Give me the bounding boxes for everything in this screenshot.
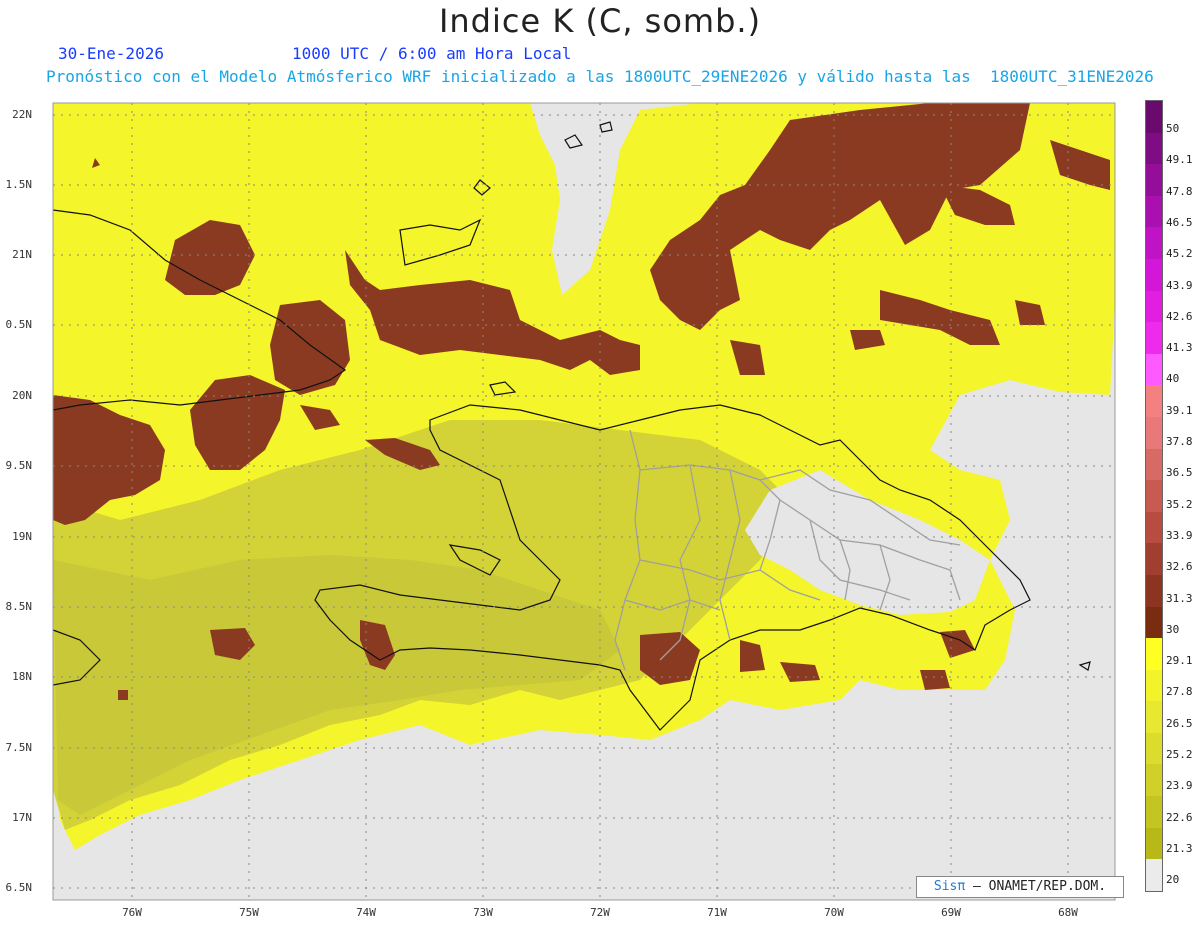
- colorbar-swatch: [1146, 606, 1162, 639]
- colorbar-label: 43.9: [1166, 278, 1193, 292]
- lat-label: 6.5N: [5, 881, 33, 894]
- colorbar-label: 20: [1166, 873, 1180, 887]
- colorbar-swatch: [1146, 638, 1162, 670]
- lon-label: 71W: [707, 906, 727, 919]
- colorbar-swatch: [1146, 796, 1162, 828]
- colorbar-label: 26.5: [1166, 716, 1193, 730]
- lon-label: 75W: [239, 906, 259, 919]
- colorbar-label: 25.2: [1166, 748, 1193, 761]
- colorbar-label: 46.5: [1166, 215, 1193, 229]
- colorbar-label: 31.3: [1166, 591, 1193, 605]
- lat-label: 1.5N: [5, 178, 33, 191]
- colorbar-swatch: [1146, 448, 1162, 481]
- colorbar-swatch: [1146, 827, 1162, 860]
- colorbar-label: 21.3: [1166, 841, 1193, 855]
- colorbar-swatch: [1146, 258, 1162, 291]
- lat-label: 21N: [12, 248, 32, 261]
- credit-text: – ONAMET/REP.DOM.: [973, 879, 1107, 894]
- lon-label: 68W: [1058, 906, 1078, 919]
- colorbar-label: 32.6: [1166, 560, 1193, 574]
- colorbar-label: 36.5: [1166, 466, 1193, 480]
- lon-label: 76W: [122, 906, 142, 919]
- lat-label: 20N: [12, 389, 32, 402]
- lat-label: 0.5N: [5, 318, 33, 331]
- colorbar-label: 50: [1166, 122, 1180, 135]
- colorbar-swatch: [1146, 164, 1162, 196]
- colorbar-label: 41.3: [1166, 341, 1193, 355]
- colorbar-label: 40: [1166, 372, 1180, 386]
- colorbar-label: 22.6: [1166, 810, 1193, 824]
- colorbar-swatch: [1146, 732, 1162, 765]
- lon-label: 73W: [473, 906, 493, 919]
- colorbar-swatch: [1146, 543, 1162, 575]
- colorbar-swatch: [1146, 322, 1162, 354]
- colorbar-label: 49.1: [1166, 153, 1193, 167]
- lon-label: 74W: [356, 906, 376, 919]
- colorbar-label: 23.9: [1166, 779, 1193, 793]
- colorbar-swatch: [1146, 195, 1162, 228]
- colorbar-swatch: [1146, 290, 1162, 323]
- colorbar-swatch: [1146, 353, 1162, 386]
- colorbar-label: 37.8: [1166, 435, 1193, 448]
- colorbar-label: 39.1: [1166, 403, 1193, 417]
- colorbar-label: 29.1: [1166, 654, 1193, 668]
- colorbar-swatch: [1146, 574, 1162, 607]
- lat-label: 18N: [12, 670, 32, 683]
- colorbar-swatch: [1146, 859, 1162, 891]
- colorbar-label: 30: [1166, 622, 1180, 636]
- lon-label: 69W: [941, 906, 961, 919]
- lat-label: 22N: [12, 108, 32, 121]
- lat-label: 8.5N: [5, 600, 33, 613]
- colorbar-swatch: [1146, 227, 1162, 259]
- colorbar-swatch: [1146, 480, 1162, 512]
- lat-label: 9.5N: [5, 459, 33, 472]
- colorbar-label: 45.2: [1166, 247, 1193, 261]
- colorbar-swatch: [1146, 132, 1162, 165]
- colorbar-swatch: [1146, 101, 1162, 133]
- colorbar-label: 35.2: [1166, 497, 1193, 511]
- lat-label: 7.5N: [5, 741, 33, 754]
- colorbar-swatch: [1146, 669, 1162, 702]
- lon-label: 72W: [590, 906, 610, 919]
- colorbar-swatch: [1146, 385, 1162, 417]
- colorbar-label: 27.8: [1166, 685, 1193, 699]
- sispi-logo: Sisπ: [933, 879, 966, 894]
- colorbar-swatch: [1146, 701, 1162, 733]
- colorbar-swatch: [1146, 511, 1162, 544]
- credit-box: Sisπ – ONAMET/REP.DOM.: [916, 876, 1124, 898]
- lat-label: 17N: [12, 811, 32, 824]
- lat-label: 19N: [12, 530, 32, 543]
- lon-label: 70W: [824, 906, 844, 919]
- colorbar-swatch: [1146, 416, 1162, 449]
- colorbar-label: 47.8: [1166, 184, 1193, 198]
- forecast-map: [52, 102, 1116, 901]
- colorbar-label: 42.6: [1166, 309, 1193, 323]
- colorbar: [1145, 100, 1163, 892]
- colorbar-swatch: [1146, 764, 1162, 797]
- colorbar-label: 33.9: [1166, 528, 1193, 542]
